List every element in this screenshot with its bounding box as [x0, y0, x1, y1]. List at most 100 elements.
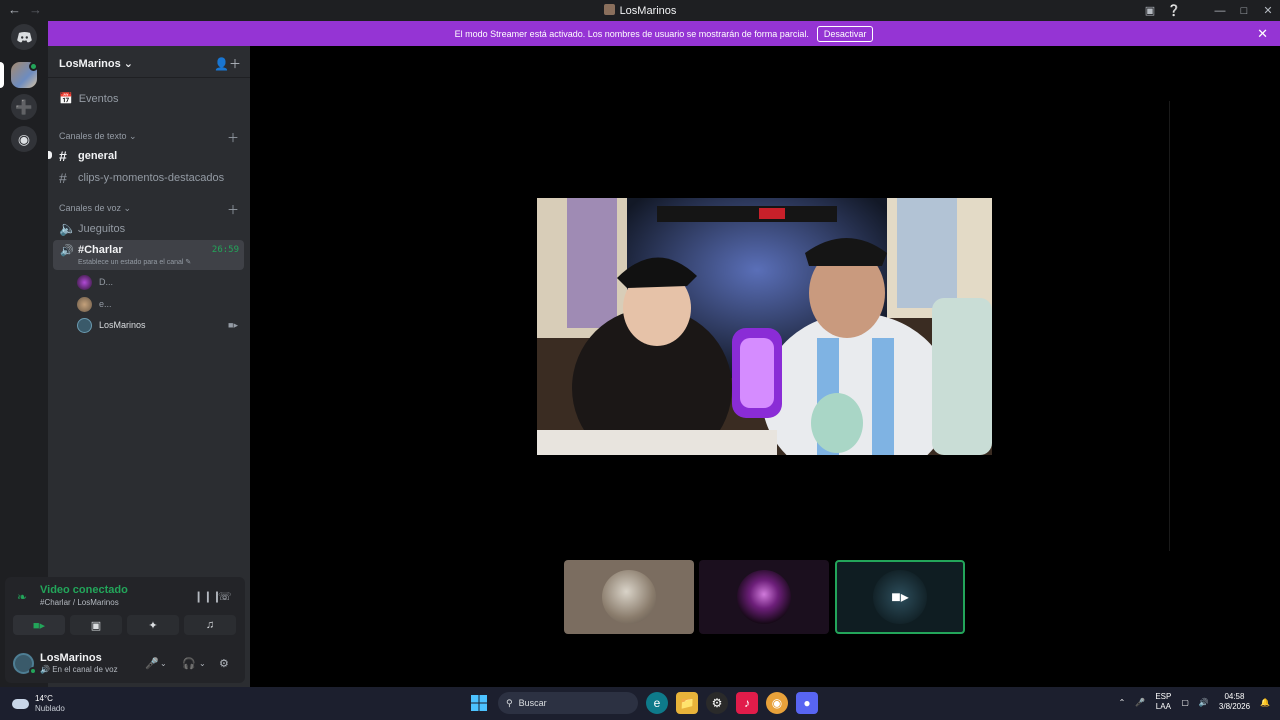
participant-avatar — [602, 570, 656, 624]
gear-icon[interactable]: ⚙ — [219, 657, 229, 670]
text-category-label: Canales de texto — [59, 131, 127, 141]
voice-channel-path[interactable]: #Charlar / LosMarinos — [40, 598, 119, 607]
discord-logo-icon[interactable] — [11, 24, 37, 50]
speaker-icon: 🔊 — [60, 245, 74, 257]
close-window-button[interactable]: ✕ — [1256, 0, 1280, 21]
participant-tile-2[interactable] — [699, 560, 829, 634]
voice-user-1[interactable]: D... — [77, 273, 247, 291]
events-label: Eventos — [78, 92, 119, 105]
clock[interactable]: 04:58 3/8/2026 — [1219, 692, 1250, 712]
channel-label: general — [78, 150, 118, 162]
server-header[interactable]: LosMarinos ⌄ 👤＋ — [48, 46, 250, 78]
channel-general[interactable]: # general — [59, 148, 243, 164]
notifications-icon[interactable]: 🔔 — [1260, 698, 1270, 707]
video-camera-icon: ■▸ — [228, 319, 238, 330]
chrome-icon[interactable]: ◉ — [766, 692, 788, 714]
steam-icon[interactable]: ⚙ — [706, 692, 728, 714]
maximize-button[interactable]: □ — [1232, 0, 1256, 21]
file-explorer-icon[interactable]: 📁 — [676, 692, 698, 714]
activities-button[interactable]: ✦ — [127, 615, 179, 635]
taskbar-search[interactable]: ⚲ Buscar — [498, 692, 638, 714]
avatar — [77, 317, 92, 333]
selected-server-pill — [0, 62, 4, 88]
channel-status[interactable]: Establece un estado para el canal ✎ — [78, 258, 191, 266]
system-tray: ⌃ 🎤 ESP LAA ▢ 🔊 04:58 3/8/2026 🔔 — [1119, 692, 1270, 712]
voice-category[interactable]: Canales de voz ⌄ ＋ — [59, 203, 239, 217]
voice-channel-charlar[interactable]: 🔊 #Charlar 26:59 Establece un estado par… — [53, 240, 244, 270]
signal-icon[interactable]: ❧ — [17, 590, 27, 604]
microphone-tray-icon[interactable]: 🎤 — [1135, 698, 1145, 707]
channel-sidebar: LosMarinos ⌄ 👤＋ 📅 Eventos Canales de tex… — [48, 46, 250, 576]
windows-start-icon[interactable] — [468, 692, 490, 714]
voice-channel-name: #Charlar — [78, 244, 123, 256]
voice-user-name: e... — [99, 299, 112, 309]
camera-button[interactable]: ■▸ — [13, 615, 65, 635]
windows-taskbar: 14°C Nublado ⚲ Buscar e 📁 ⚙ ♪ ◉ ● ⌃ 🎤 ES… — [0, 687, 1280, 720]
voice-channel-jueguitos[interactable]: 🔈 Jueguitos — [59, 220, 243, 237]
window-titlebar: ← → LosMarinos ▣ ❔ — □ ✕ — [0, 0, 1280, 21]
calendar-icon: 📅 — [59, 93, 73, 105]
participant-tile-1[interactable] — [564, 560, 694, 634]
server-voice-dot — [29, 62, 38, 71]
hash-icon: # — [59, 170, 67, 186]
weather-widget[interactable]: 14°C Nublado — [12, 694, 65, 713]
add-voice-channel-icon[interactable]: ＋ — [227, 201, 239, 218]
minimize-button[interactable]: — — [1208, 0, 1232, 21]
chevron-down-icon[interactable]: ⌄ — [199, 659, 206, 668]
search-label: Buscar — [518, 698, 547, 708]
divider — [1169, 101, 1170, 551]
user-status: 🔊 En el canal de voz — [40, 665, 118, 674]
channel-label: clips-y-momentos-destacados — [78, 172, 225, 184]
voice-connection-panel: ❧ Video conectado #Charlar / LosMarinos … — [5, 577, 245, 683]
discover-icon[interactable]: ◉ — [11, 126, 37, 152]
disconnect-icon[interactable]: ☏ — [218, 590, 232, 603]
video-camera-icon: ■▸ — [873, 570, 927, 624]
deactivate-button[interactable]: Desactivar — [816, 25, 874, 42]
inbox-icon[interactable]: ▣ — [1138, 0, 1162, 21]
window-title-wrap: LosMarinos — [0, 4, 1280, 17]
invite-people-icon[interactable]: 👤＋ — [214, 55, 241, 72]
participant-tile-self[interactable]: ■▸ — [835, 560, 965, 634]
channel-clips[interactable]: # clips-y-momentos-destacados — [59, 170, 243, 186]
network-icon[interactable]: ▢ — [1181, 698, 1189, 707]
screen-share-button[interactable]: ▣ — [70, 615, 122, 635]
help-icon[interactable]: ❔ — [1162, 0, 1186, 21]
language-indicator[interactable]: ESP LAA — [1155, 692, 1171, 712]
tiktok-icon[interactable]: ♪ — [736, 692, 758, 714]
temperature: 14°C — [35, 694, 53, 703]
main-video-feed[interactable] — [537, 198, 992, 455]
headphones-icon[interactable]: 🎧 — [182, 657, 196, 670]
voice-user-2[interactable]: e... — [77, 295, 247, 313]
speaker-icon: 🔈 — [59, 220, 77, 236]
chevron-up-icon[interactable]: ⌃ — [1119, 698, 1126, 707]
search-icon: ⚲ — [506, 697, 513, 708]
text-category[interactable]: Canales de texto ⌄ ＋ — [59, 131, 239, 145]
video-frame-image — [537, 198, 992, 455]
add-server-icon[interactable]: ➕ — [11, 94, 37, 120]
server-thumbnail-icon — [603, 4, 615, 15]
weather-label: Nublado — [35, 704, 65, 713]
server-name[interactable]: LosMarinos ⌄ — [59, 57, 133, 70]
add-text-channel-icon[interactable]: ＋ — [227, 129, 239, 146]
avatar — [77, 296, 92, 312]
soundboard-button[interactable]: ♫ — [184, 615, 236, 635]
voice-user-3[interactable]: LosMarinos ■▸ — [77, 316, 247, 334]
volume-icon[interactable]: 🔊 — [1199, 698, 1209, 707]
chevron-down-icon[interactable]: ⌄ — [160, 659, 167, 668]
cloud-icon — [12, 698, 29, 709]
edge-icon[interactable]: e — [646, 692, 668, 714]
user-name[interactable]: LosMarinos — [40, 652, 102, 664]
voice-status[interactable]: Video conectado — [40, 584, 128, 596]
discord-taskbar-icon[interactable]: ● — [796, 692, 818, 714]
participant-avatar — [737, 570, 791, 624]
online-status-dot — [29, 667, 37, 675]
events-item[interactable]: 📅 Eventos — [59, 92, 119, 106]
voice-user-name: D... — [99, 277, 114, 287]
unread-indicator — [48, 151, 52, 159]
close-icon[interactable]: ✕ — [1257, 26, 1268, 42]
microphone-icon[interactable]: 🎤 — [145, 657, 159, 670]
voice-user-name: LosMarinos — [99, 320, 146, 330]
voice-category-label: Canales de voz — [59, 203, 122, 213]
hash-icon: # — [59, 148, 67, 164]
taskbar-apps: ⚲ Buscar e 📁 ⚙ ♪ ◉ ● — [468, 692, 818, 714]
